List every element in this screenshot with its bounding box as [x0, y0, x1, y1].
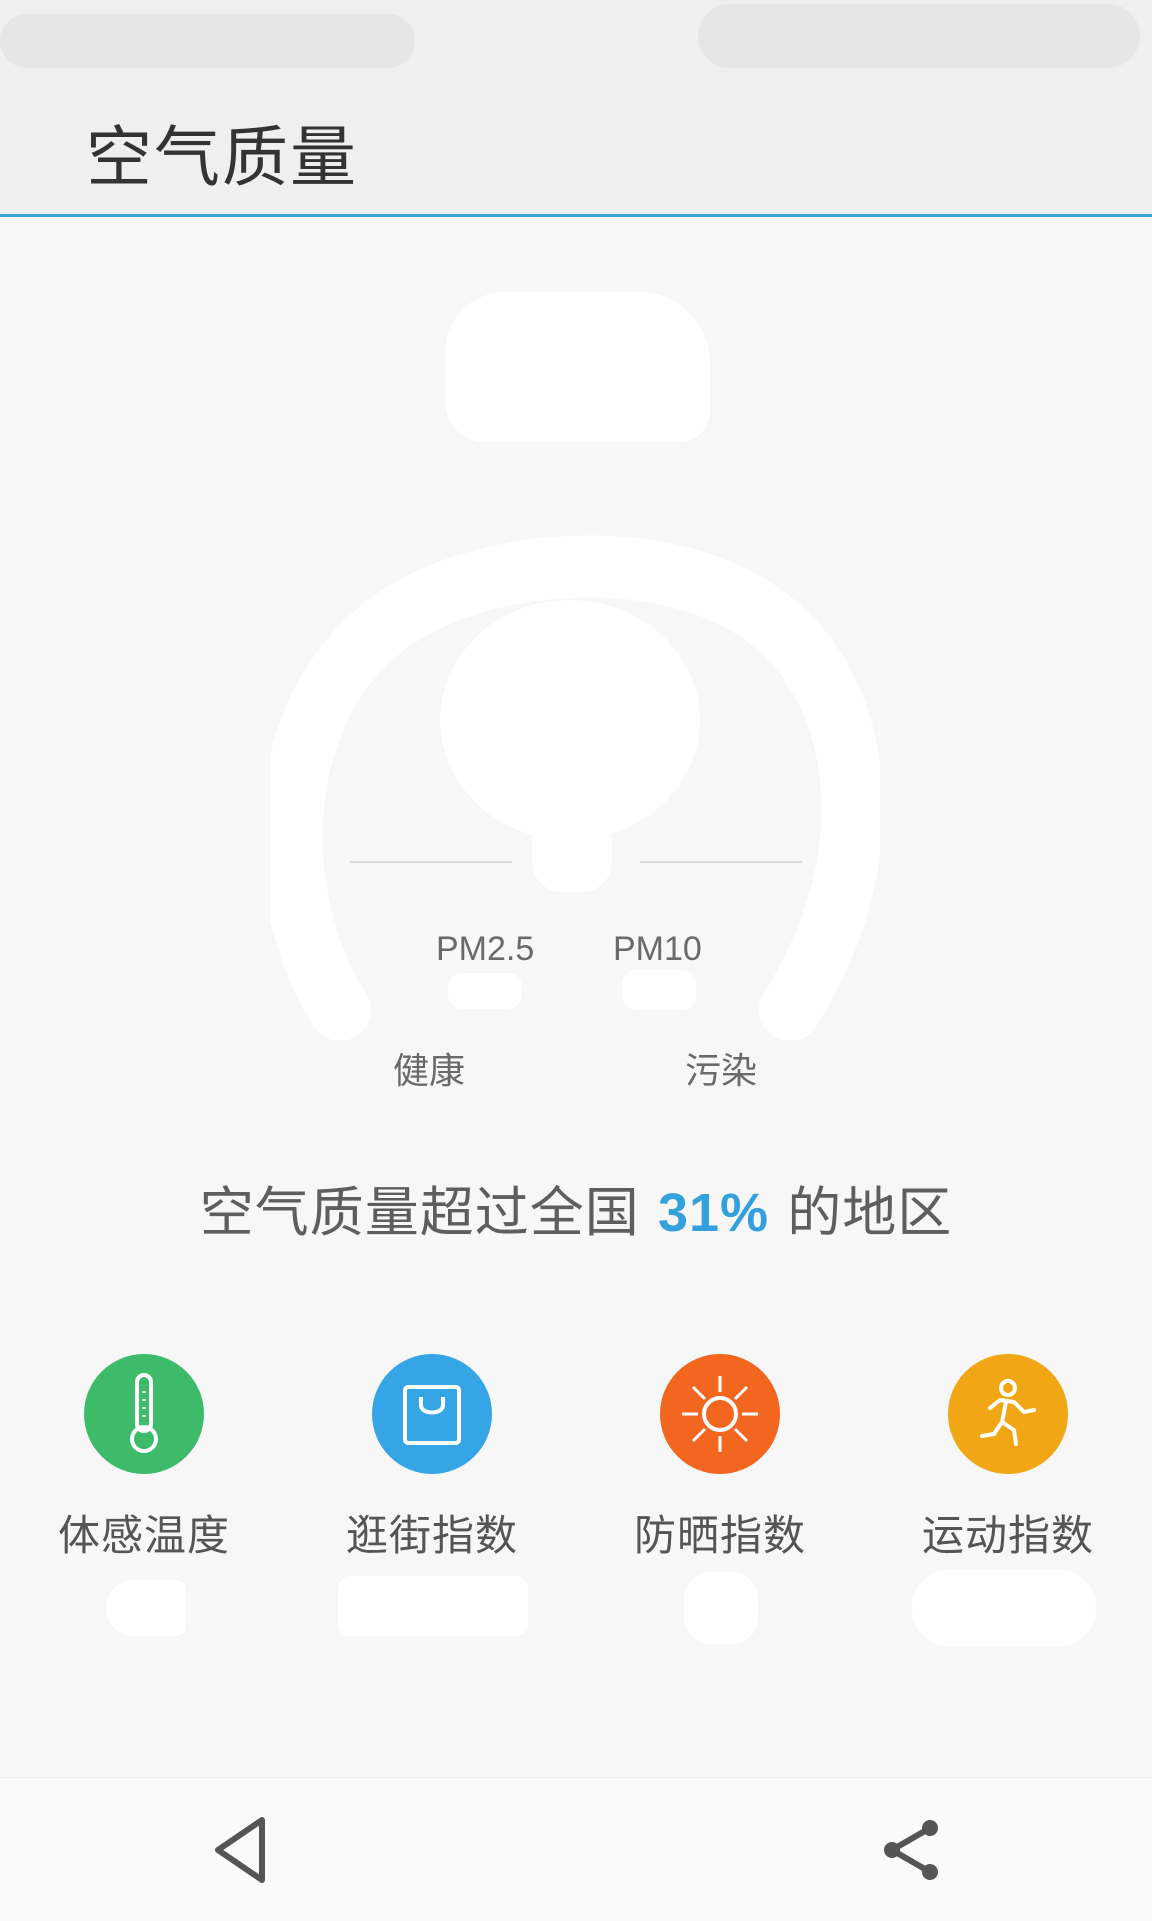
comparison-percent: 31% — [657, 1183, 770, 1243]
sun-icon — [660, 1354, 780, 1474]
status-bar-right-blur — [698, 4, 1140, 68]
comparison-prefix: 空气质量超过全国 — [199, 1181, 658, 1244]
index-label-feels-like: 体感温度 — [57, 1511, 230, 1560]
pm10-label: PM10 — [613, 930, 702, 968]
index-label-sunscreen: 防晒指数 — [633, 1511, 806, 1560]
air-quality-comparison: 空气质量超过全国 31% 的地区 — [0, 1168, 1152, 1247]
gauge-divider-left — [350, 861, 512, 863]
scale-polluted-label: 污染 — [685, 1051, 758, 1092]
status-bar-left-blur — [0, 14, 415, 68]
back-button[interactable] — [198, 1808, 282, 1892]
status-bar — [0, 0, 1152, 74]
scale-healthy-label: 健康 — [393, 1051, 466, 1092]
sunscreen-value-redaction — [684, 1572, 758, 1644]
pm25-value-redaction — [448, 973, 522, 1009]
index-label-exercise: 运动指数 — [921, 1511, 1094, 1560]
gauge-divider-right — [640, 861, 802, 863]
index-item-shopping[interactable]: 逛街指数 — [322, 1354, 542, 1563]
shopping-value-redaction — [338, 1576, 528, 1636]
page-title: 空气质量 — [86, 119, 358, 196]
running-person-icon — [948, 1354, 1068, 1474]
aqi-value-redaction — [440, 600, 700, 840]
feels-like-value-redaction — [106, 1580, 186, 1636]
shopping-bag-icon — [372, 1354, 492, 1474]
pm25-label: PM2.5 — [436, 930, 535, 968]
back-triangle-icon — [215, 1817, 265, 1883]
bottom-bar — [0, 1777, 1152, 1921]
index-item-exercise[interactable]: 运动指数 — [898, 1354, 1118, 1563]
comparison-suffix: 的地区 — [769, 1181, 953, 1244]
thermometer-icon — [84, 1354, 204, 1474]
pm10-value-redaction — [622, 970, 696, 1010]
share-button[interactable] — [870, 1808, 954, 1892]
redacted-location — [445, 292, 710, 442]
aqi-gauge — [270, 535, 880, 1040]
index-item-sunscreen[interactable]: 防晒指数 — [610, 1354, 830, 1563]
exercise-value-redaction — [912, 1570, 1096, 1646]
app-bar: 空气质量 — [0, 74, 1152, 217]
index-item-feels-like[interactable]: 体感温度 — [34, 1354, 254, 1563]
share-icon — [884, 1820, 938, 1880]
index-label-shopping: 逛街指数 — [345, 1511, 518, 1560]
aqi-level-redaction — [532, 812, 612, 892]
